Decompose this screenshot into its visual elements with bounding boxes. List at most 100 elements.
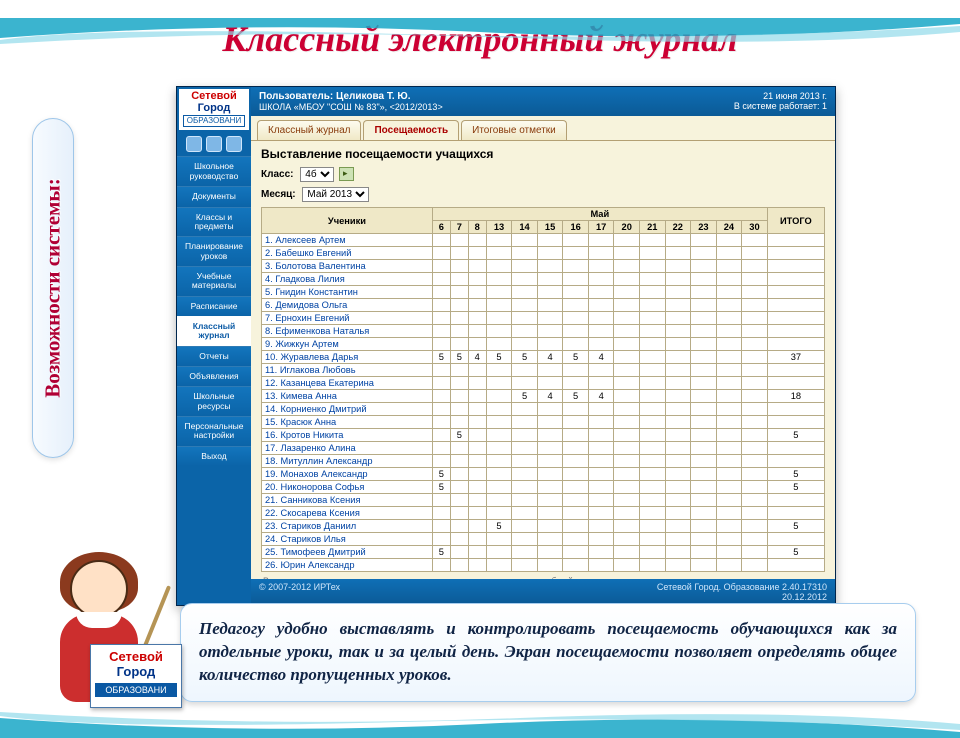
attendance-cell[interactable] xyxy=(640,494,666,507)
attendance-cell[interactable]: 5 xyxy=(432,546,450,559)
attendance-cell[interactable] xyxy=(432,286,450,299)
attendance-cell[interactable] xyxy=(563,273,589,286)
attendance-cell[interactable] xyxy=(716,416,742,429)
attendance-cell[interactable] xyxy=(588,234,614,247)
attendance-cell[interactable] xyxy=(486,234,512,247)
attendance-cell[interactable] xyxy=(742,429,768,442)
attendance-cell[interactable]: 5 xyxy=(563,390,589,403)
attendance-cell[interactable] xyxy=(665,234,691,247)
attendance-cell[interactable] xyxy=(537,429,563,442)
attendance-cell[interactable] xyxy=(691,455,717,468)
attendance-cell[interactable] xyxy=(640,260,666,273)
attendance-cell[interactable] xyxy=(468,416,486,429)
attendance-cell[interactable] xyxy=(486,442,512,455)
attendance-cell[interactable] xyxy=(512,312,538,325)
sidebar-item-7[interactable]: Отчеты xyxy=(177,346,251,366)
attendance-cell[interactable] xyxy=(665,468,691,481)
attendance-cell[interactable] xyxy=(691,247,717,260)
attendance-cell[interactable] xyxy=(614,455,640,468)
attendance-cell[interactable] xyxy=(450,390,468,403)
attendance-cell[interactable] xyxy=(691,481,717,494)
attendance-cell[interactable] xyxy=(640,533,666,546)
attendance-cell[interactable] xyxy=(512,468,538,481)
attendance-cell[interactable] xyxy=(716,234,742,247)
attendance-cell[interactable] xyxy=(691,403,717,416)
attendance-cell[interactable] xyxy=(665,429,691,442)
attendance-cell[interactable] xyxy=(486,403,512,416)
attendance-cell[interactable] xyxy=(468,468,486,481)
attendance-cell[interactable] xyxy=(537,455,563,468)
attendance-cell[interactable] xyxy=(716,273,742,286)
attendance-cell[interactable] xyxy=(588,559,614,572)
attendance-cell[interactable] xyxy=(742,403,768,416)
student-cell[interactable]: 16. Кротов Никита xyxy=(262,429,433,442)
attendance-cell[interactable] xyxy=(563,312,589,325)
attendance-cell[interactable] xyxy=(665,507,691,520)
attendance-cell[interactable] xyxy=(432,494,450,507)
attendance-cell[interactable] xyxy=(640,429,666,442)
attendance-cell[interactable] xyxy=(640,546,666,559)
attendance-cell[interactable] xyxy=(665,520,691,533)
attendance-cell[interactable] xyxy=(691,429,717,442)
attendance-cell[interactable] xyxy=(432,260,450,273)
attendance-cell[interactable] xyxy=(716,455,742,468)
attendance-cell[interactable] xyxy=(640,507,666,520)
attendance-cell[interactable] xyxy=(716,351,742,364)
attendance-cell[interactable] xyxy=(588,325,614,338)
attendance-cell[interactable] xyxy=(742,442,768,455)
attendance-cell[interactable] xyxy=(468,234,486,247)
attendance-cell[interactable] xyxy=(432,377,450,390)
attendance-cell[interactable] xyxy=(665,481,691,494)
attendance-cell[interactable] xyxy=(468,286,486,299)
attendance-cell[interactable] xyxy=(537,481,563,494)
help-icon[interactable] xyxy=(226,136,242,152)
attendance-cell[interactable] xyxy=(691,325,717,338)
attendance-cell[interactable] xyxy=(432,338,450,351)
attendance-cell[interactable] xyxy=(563,559,589,572)
attendance-cell[interactable] xyxy=(450,234,468,247)
attendance-cell[interactable]: 4 xyxy=(537,390,563,403)
attendance-cell[interactable] xyxy=(716,377,742,390)
attendance-cell[interactable] xyxy=(512,494,538,507)
attendance-cell[interactable] xyxy=(742,520,768,533)
student-cell[interactable]: 4. Гладкова Лилия xyxy=(262,273,433,286)
attendance-cell[interactable] xyxy=(486,390,512,403)
attendance-cell[interactable] xyxy=(691,364,717,377)
attendance-cell[interactable] xyxy=(486,416,512,429)
attendance-cell[interactable] xyxy=(614,546,640,559)
attendance-cell[interactable] xyxy=(742,533,768,546)
attendance-cell[interactable] xyxy=(450,442,468,455)
attendance-cell[interactable] xyxy=(468,520,486,533)
attendance-cell[interactable] xyxy=(468,533,486,546)
attendance-cell[interactable] xyxy=(486,377,512,390)
attendance-cell[interactable]: 5 xyxy=(512,351,538,364)
attendance-cell[interactable] xyxy=(614,377,640,390)
attendance-cell[interactable] xyxy=(614,494,640,507)
attendance-cell[interactable] xyxy=(468,273,486,286)
attendance-cell[interactable] xyxy=(537,403,563,416)
attendance-cell[interactable] xyxy=(468,325,486,338)
attendance-cell[interactable] xyxy=(468,546,486,559)
student-cell[interactable]: 9. Жижкун Артем xyxy=(262,338,433,351)
attendance-cell[interactable] xyxy=(716,468,742,481)
attendance-cell[interactable] xyxy=(537,533,563,546)
attendance-cell[interactable] xyxy=(716,260,742,273)
attendance-cell[interactable] xyxy=(450,481,468,494)
sidebar-item-11[interactable]: Выход xyxy=(177,446,251,466)
attendance-cell[interactable] xyxy=(432,429,450,442)
attendance-cell[interactable] xyxy=(716,546,742,559)
sidebar-item-0[interactable]: Школьное руководство xyxy=(177,156,251,186)
tab-0[interactable]: Классный журнал xyxy=(257,120,361,140)
attendance-cell[interactable] xyxy=(450,312,468,325)
attendance-cell[interactable] xyxy=(486,338,512,351)
attendance-cell[interactable] xyxy=(640,481,666,494)
attendance-cell[interactable] xyxy=(450,533,468,546)
attendance-cell[interactable] xyxy=(742,546,768,559)
attendance-cell[interactable] xyxy=(665,377,691,390)
sidebar-item-4[interactable]: Учебные материалы xyxy=(177,266,251,296)
attendance-cell[interactable]: 5 xyxy=(450,429,468,442)
attendance-cell[interactable] xyxy=(563,429,589,442)
student-cell[interactable]: 11. Иглакова Любовь xyxy=(262,364,433,377)
attendance-cell[interactable] xyxy=(640,338,666,351)
attendance-cell[interactable] xyxy=(614,260,640,273)
